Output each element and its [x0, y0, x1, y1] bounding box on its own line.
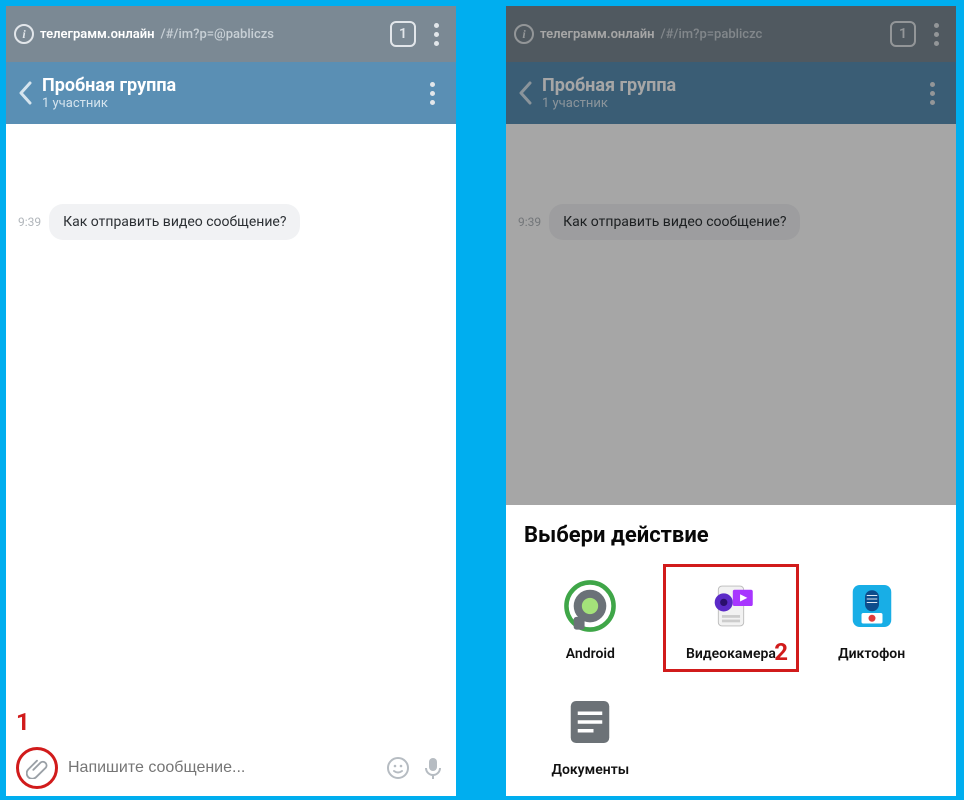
- url-bar[interactable]: i телеграмм.онлайн /#/im?p=@pabliczs: [14, 24, 382, 44]
- browser-menu-button[interactable]: [424, 22, 448, 46]
- chat-header: Пробная группа 1 участник: [506, 62, 956, 124]
- chat-title: Пробная группа: [42, 75, 410, 96]
- action-sheet: Выбери действие Android: [506, 505, 956, 796]
- phone-screenshot-left: i телеграмм.онлайн /#/im?p=@pabliczs 1 Пр…: [6, 6, 456, 796]
- documents-icon: [558, 690, 622, 754]
- message-bubble: Как отправить видео сообщение?: [549, 204, 800, 240]
- video-camera-icon: [699, 574, 763, 638]
- sheet-title: Выбери действие: [524, 523, 938, 548]
- browser-bar: i телеграмм.онлайн /#/im?p=@pabliczs 1: [6, 6, 456, 62]
- action-label: Диктофон: [838, 646, 905, 662]
- tab-count: 1: [899, 26, 907, 42]
- action-label: Видеокамера: [686, 646, 776, 662]
- annotation-2: 2: [774, 638, 788, 666]
- back-button[interactable]: [18, 81, 32, 105]
- action-label: Android: [566, 646, 615, 662]
- url-path: /#/im?p=pabliczc: [661, 27, 763, 42]
- url-path: /#/im?p=@pabliczs: [161, 27, 274, 42]
- dictaphone-icon: [840, 574, 904, 638]
- browser-bar: i телеграмм.онлайн /#/im?p=pabliczc 1: [506, 6, 956, 62]
- chat-menu-button[interactable]: [920, 81, 944, 105]
- chat-header: Пробная группа 1 участник: [6, 62, 456, 124]
- chat-menu-button[interactable]: [420, 81, 444, 105]
- info-icon: i: [514, 24, 534, 44]
- chat-subtitle: 1 участник: [542, 96, 910, 111]
- message-bubble: Как отправить видео сообщение?: [49, 204, 300, 240]
- message-time: 9:39: [518, 215, 541, 229]
- message-input[interactable]: [68, 759, 374, 777]
- action-documents[interactable]: Документы: [524, 682, 657, 786]
- chat-title: Пробная группа: [542, 75, 910, 96]
- emoji-button[interactable]: [386, 756, 410, 780]
- browser-tabs-button[interactable]: 1: [890, 21, 916, 47]
- message-row: 9:39 Как отправить видео сообщение?: [518, 204, 944, 240]
- tab-count: 1: [399, 26, 407, 42]
- android-system-icon: [558, 574, 622, 638]
- chat-title-block[interactable]: Пробная группа 1 участник: [42, 75, 410, 111]
- chat-body[interactable]: 9:39 Как отправить видео сообщение?: [6, 124, 456, 740]
- url-domain: телеграмм.онлайн: [540, 27, 655, 42]
- message-row: 9:39 Как отправить видео сообщение?: [18, 204, 444, 240]
- info-icon: i: [14, 24, 34, 44]
- microphone-button[interactable]: [422, 756, 444, 780]
- back-button[interactable]: [518, 81, 532, 105]
- action-label: Документы: [551, 762, 629, 778]
- action-android[interactable]: Android: [524, 566, 657, 670]
- message-time: 9:39: [18, 215, 41, 229]
- url-domain: телеграмм.онлайн: [40, 27, 155, 42]
- phone-screenshot-right: i телеграмм.онлайн /#/im?p=pabliczc 1 Про…: [506, 6, 956, 796]
- url-bar[interactable]: i телеграмм.онлайн /#/im?p=pabliczc: [514, 24, 882, 44]
- chat-title-block[interactable]: Пробная группа 1 участник: [542, 75, 910, 111]
- message-input-bar: [6, 740, 456, 796]
- chat-subtitle: 1 участник: [42, 96, 410, 111]
- attach-button[interactable]: [18, 749, 56, 787]
- action-dictaphone[interactable]: Диктофон: [805, 566, 938, 670]
- annotation-1: 1: [16, 708, 30, 736]
- browser-menu-button[interactable]: [924, 22, 948, 46]
- annotation-circle-1: [16, 747, 58, 789]
- browser-tabs-button[interactable]: 1: [390, 21, 416, 47]
